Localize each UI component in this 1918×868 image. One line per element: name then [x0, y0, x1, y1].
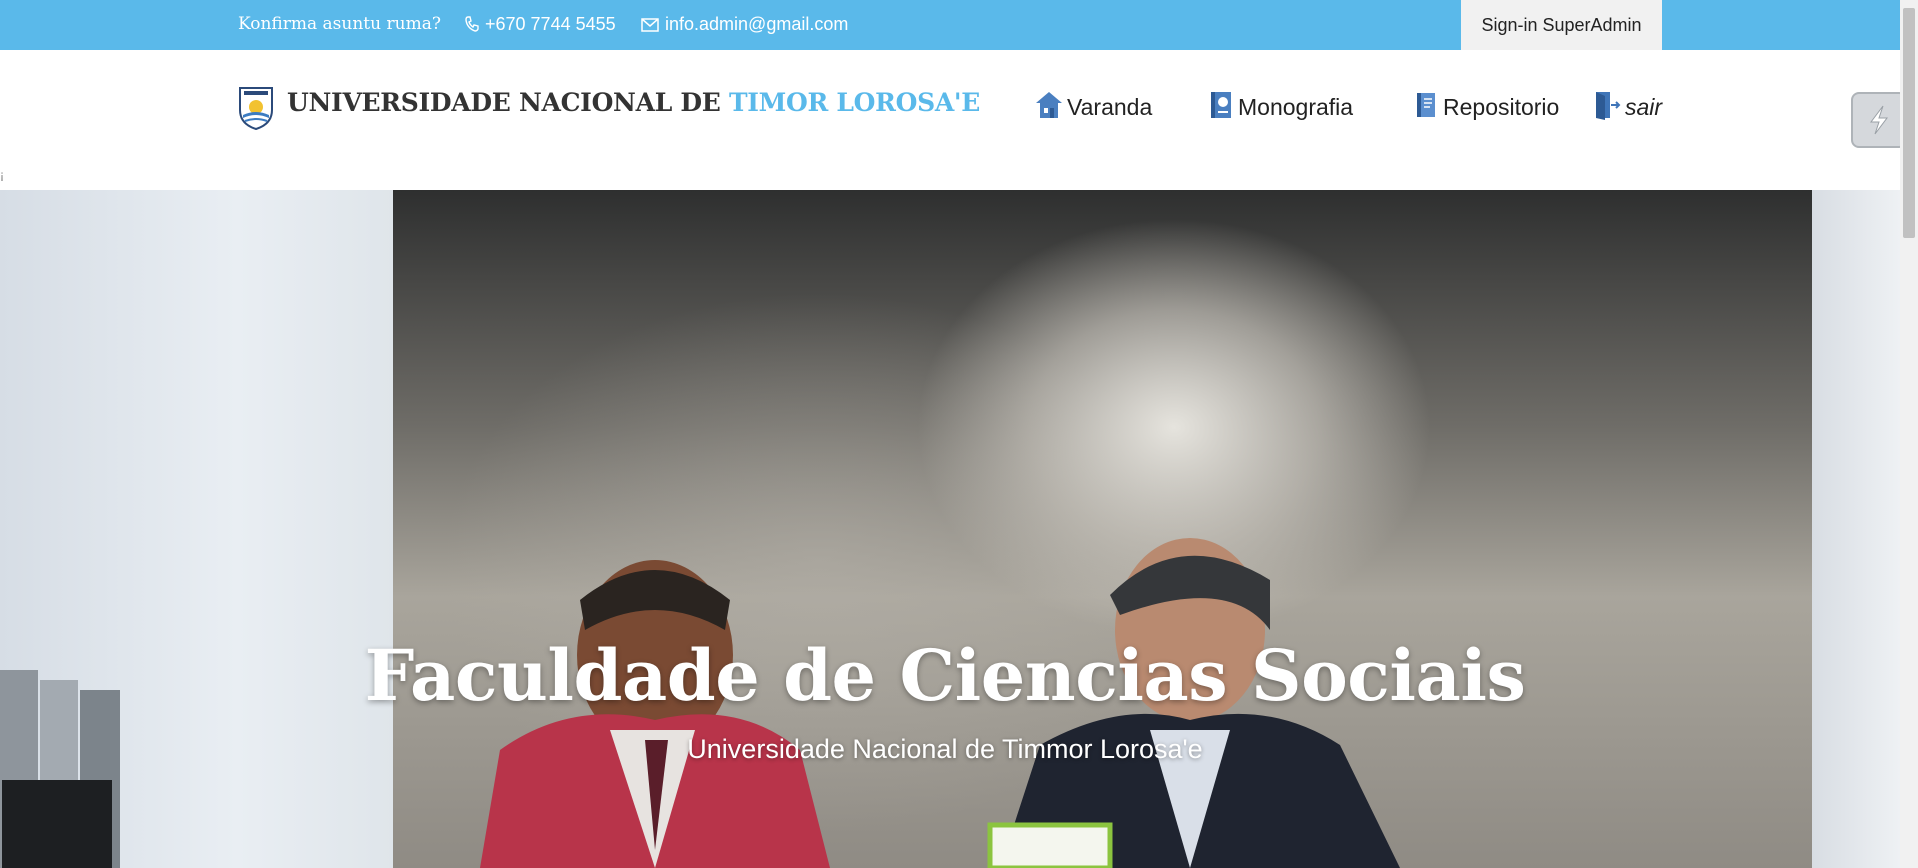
- nav-label-varanda: Varanda: [1067, 94, 1153, 120]
- university-logo[interactable]: [236, 84, 276, 135]
- nav-item-sair[interactable]: sair: [1593, 90, 1662, 126]
- email-text: info.admin@gmail.com: [665, 14, 849, 34]
- logout-door-icon: [1593, 90, 1621, 126]
- brand-accent: TIMOR LOROSA'E: [728, 88, 981, 117]
- signin-superadmin-button[interactable]: Sign-in SuperAdmin: [1461, 0, 1662, 50]
- top-contact-bar: Konfirma asuntu ruma? +670 7744 5455 inf…: [0, 0, 1900, 50]
- nav-item-monografia[interactable]: Monografia: [1208, 90, 1353, 126]
- brand-main: UNIVERSIDADE NACIONAL DE: [287, 88, 729, 117]
- envelope-icon: [641, 16, 659, 37]
- library-book-icon: [1413, 90, 1439, 126]
- nav-label-repositorio: Repositorio: [1443, 94, 1560, 120]
- phone-contact[interactable]: +670 7744 5455: [465, 14, 616, 37]
- home-icon: [1035, 90, 1063, 126]
- nav-item-repositorio[interactable]: Repositorio: [1413, 90, 1559, 126]
- floating-action-button[interactable]: [1851, 92, 1907, 148]
- nav-item-varanda[interactable]: Varanda: [1035, 90, 1152, 126]
- scrollbar-thumb[interactable]: [1903, 8, 1915, 238]
- nav-label-monografia: Monografia: [1238, 94, 1354, 120]
- hero-title: Faculdade de Ciencias Sociais: [364, 634, 1526, 717]
- hero-banner: [0, 190, 1900, 868]
- phone-icon: [465, 16, 479, 37]
- nav-label-sair: sair: [1625, 94, 1663, 120]
- contact-question: Konfirma asuntu ruma?: [238, 14, 441, 34]
- phone-text: +670 7744 5455: [485, 14, 616, 34]
- hero-background-wall-right: [1812, 190, 1900, 868]
- stray-character: ¡: [0, 168, 4, 182]
- book-icon: [1208, 90, 1234, 126]
- hero-subtitle: Universidade Nacional de Timmor Lorosa'e: [687, 734, 1203, 764]
- lightning-icon: [1870, 105, 1888, 135]
- email-contact[interactable]: info.admin@gmail.com: [641, 14, 848, 37]
- university-name[interactable]: UNIVERSIDADE NACIONAL DE TIMOR LOROSA'E: [287, 88, 980, 117]
